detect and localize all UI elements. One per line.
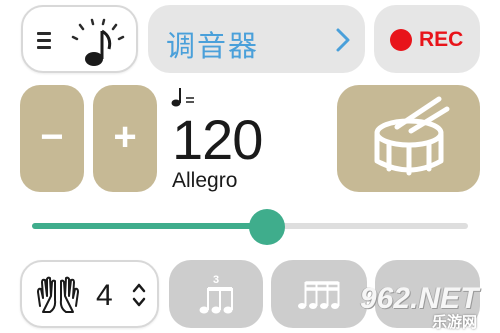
watermark-subtext: 乐游网 — [432, 314, 478, 331]
snare-drum-icon — [374, 96, 450, 176]
hamburger-icon — [37, 32, 53, 50]
chevron-right-icon — [336, 28, 350, 52]
sixteenth-pattern-button[interactable] — [271, 260, 367, 328]
decrease-tempo-button[interactable]: − — [20, 85, 84, 192]
slider-fill — [32, 223, 268, 229]
tempo-slider[interactable] — [32, 209, 468, 245]
metronome-screen: 调音器 REC − + 120 Allegro 4 3 962.NET 乐游网 — [0, 0, 500, 333]
triplet-pattern-button[interactable]: 3 — [169, 260, 263, 328]
beats-per-measure-button[interactable]: 4 — [20, 260, 159, 328]
record-button[interactable]: REC — [374, 5, 480, 73]
increase-tempo-button[interactable]: + — [93, 85, 157, 192]
metronome-icon — [71, 18, 125, 66]
slider-thumb[interactable] — [249, 209, 286, 245]
play-drum-button[interactable] — [337, 85, 480, 192]
record-dot-icon — [390, 29, 412, 51]
quarter-note-equals-icon — [171, 88, 194, 107]
tempo-marking: Allegro — [172, 169, 238, 192]
record-label: REC — [419, 28, 464, 51]
clapping-hands-icon — [37, 276, 79, 313]
site-watermark: 962.NET 乐游网 — [360, 282, 500, 332]
sixteenth-notes-icon — [298, 281, 340, 309]
up-down-stepper-icon[interactable] — [131, 280, 147, 310]
triplet-notes-icon: 3 — [199, 274, 233, 314]
plus-label: + — [113, 115, 137, 159]
minus-label: − — [40, 115, 64, 159]
tuner-button[interactable]: 调音器 — [148, 5, 365, 73]
menu-metronome-button[interactable] — [21, 5, 138, 73]
triplet-number: 3 — [213, 274, 219, 286]
tuner-title: 调音器 — [166, 29, 260, 63]
beats-value: 4 — [96, 279, 113, 312]
bpm-value: 120 — [172, 108, 263, 171]
